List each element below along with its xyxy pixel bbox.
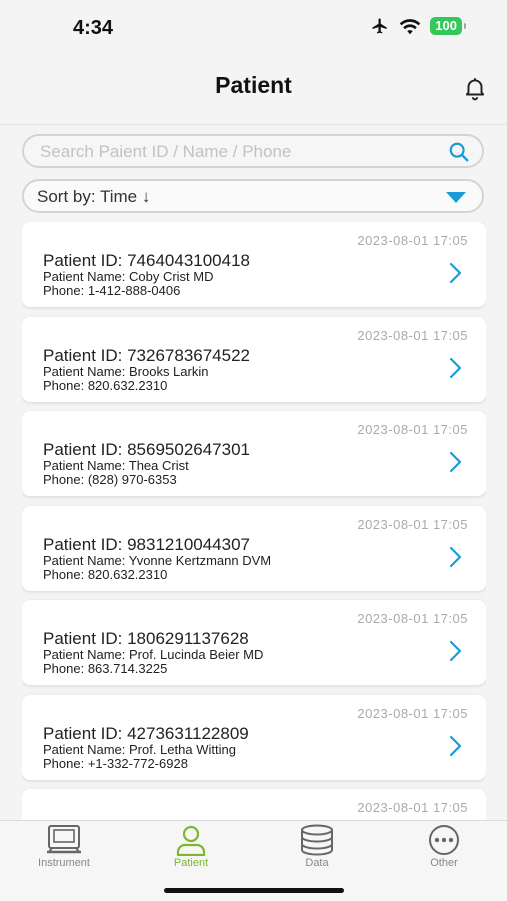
search-box	[22, 134, 484, 168]
tab-label: Patient	[173, 857, 209, 869]
bell-icon[interactable]	[462, 75, 488, 101]
tab-patient[interactable]: Patient	[141, 821, 241, 869]
patient-list: 2023-08-01 17:05 Patient ID: 74640431004…	[22, 222, 486, 820]
card-timestamp: 2023-08-01 17:05	[357, 422, 468, 437]
tab-label: Data	[305, 857, 329, 869]
tab-label: Instrument	[38, 857, 90, 869]
patient-phone: Phone: 820.632.2310	[43, 377, 168, 393]
caret-down-icon	[446, 192, 466, 203]
patient-card[interactable]: 2023-08-01 17:05	[22, 789, 486, 820]
tab-other[interactable]: Other	[394, 821, 494, 869]
chevron-right-icon[interactable]	[448, 357, 462, 379]
tab-data[interactable]: Data	[267, 821, 367, 869]
patient-name: Patient Name: Prof. Letha Witting	[43, 741, 236, 757]
chevron-right-icon[interactable]	[448, 451, 462, 473]
search-icon[interactable]	[448, 141, 470, 163]
more-icon	[429, 825, 459, 855]
chevron-right-icon[interactable]	[448, 546, 462, 568]
patient-id: Patient ID: 9831210044307	[43, 534, 251, 554]
airplane-icon	[372, 18, 388, 34]
patient-id: Patient ID: 7464043100418	[43, 251, 251, 270]
patient-card[interactable]: 2023-08-01 17:05 Patient ID: 73267836745…	[22, 316, 486, 402]
status-time: 4:34	[73, 17, 114, 39]
patient-name: Patient Name: Prof. Lucinda Beier MD	[43, 647, 264, 662]
home-indicator[interactable]	[164, 888, 344, 893]
chevron-right-icon[interactable]	[448, 735, 462, 757]
patient-card[interactable]: 2023-08-01 17:05 Patient ID: 42736311228…	[22, 694, 486, 780]
search-input[interactable]	[38, 136, 442, 168]
status-bar: 4:34 100	[0, 0, 507, 58]
patient-card[interactable]: 2023-08-01 17:05 Patient ID: 98312100443…	[22, 505, 486, 591]
card-timestamp: 2023-08-01 17:05	[357, 705, 468, 721]
card-timestamp: 2023-08-01 17:05	[357, 516, 468, 532]
header-divider	[0, 124, 507, 125]
patient-icon	[176, 825, 206, 856]
chevron-right-icon[interactable]	[448, 262, 462, 284]
card-timestamp: 2023-08-01 17:05	[357, 611, 468, 626]
tab-label: Other	[430, 857, 458, 869]
patient-id: Patient ID: 7326783674522	[43, 345, 251, 365]
sort-label: Sort by: Time ↓	[37, 187, 151, 206]
patient-phone: Phone: 1-412-888-0406	[43, 283, 181, 298]
nav-bar: Patient	[0, 58, 507, 120]
tab-bar: Instrument Patient Data Other	[0, 820, 507, 901]
wifi-icon	[400, 18, 421, 34]
card-timestamp: 2023-08-01 17:05	[357, 327, 468, 343]
page-title: Patient	[215, 72, 292, 98]
card-timestamp: 2023-08-01 17:05	[357, 800, 468, 815]
patient-name: Patient Name: Brooks Larkin	[43, 363, 209, 379]
sort-dropdown[interactable]: Sort by: Time ↓	[22, 179, 484, 213]
patient-id: Patient ID: 1806291137628	[43, 629, 249, 648]
tab-instrument[interactable]: Instrument	[14, 821, 114, 869]
patient-name: Patient Name: Coby Crist MD	[43, 269, 214, 284]
patient-name: Patient Name: Yvonne Kertzmann DVM	[43, 552, 272, 568]
patient-phone: Phone: (828) 970-6353	[43, 472, 177, 487]
battery-indicator: 100	[430, 17, 466, 35]
patient-card[interactable]: 2023-08-01 17:05 Patient ID: 85695026473…	[22, 411, 486, 496]
patient-card[interactable]: 2023-08-01 17:05 Patient ID: 74640431004…	[22, 222, 486, 307]
status-icons: 100	[370, 17, 466, 35]
patient-phone: Phone: 863.714.3225	[43, 661, 168, 676]
database-icon	[301, 824, 333, 856]
patient-id: Patient ID: 8569502647301	[43, 440, 251, 459]
card-timestamp: 2023-08-01 17:05	[357, 233, 468, 248]
patient-phone: Phone: +1-332-772-6928	[43, 755, 188, 771]
chevron-right-icon[interactable]	[448, 640, 462, 662]
patient-card[interactable]: 2023-08-01 17:05 Patient ID: 18062911376…	[22, 600, 486, 685]
patient-phone: Phone: 820.632.2310	[43, 566, 168, 582]
patient-id: Patient ID: 4273631122809	[43, 723, 249, 743]
instrument-icon	[47, 825, 81, 854]
patient-name: Patient Name: Thea Crist	[43, 458, 189, 473]
